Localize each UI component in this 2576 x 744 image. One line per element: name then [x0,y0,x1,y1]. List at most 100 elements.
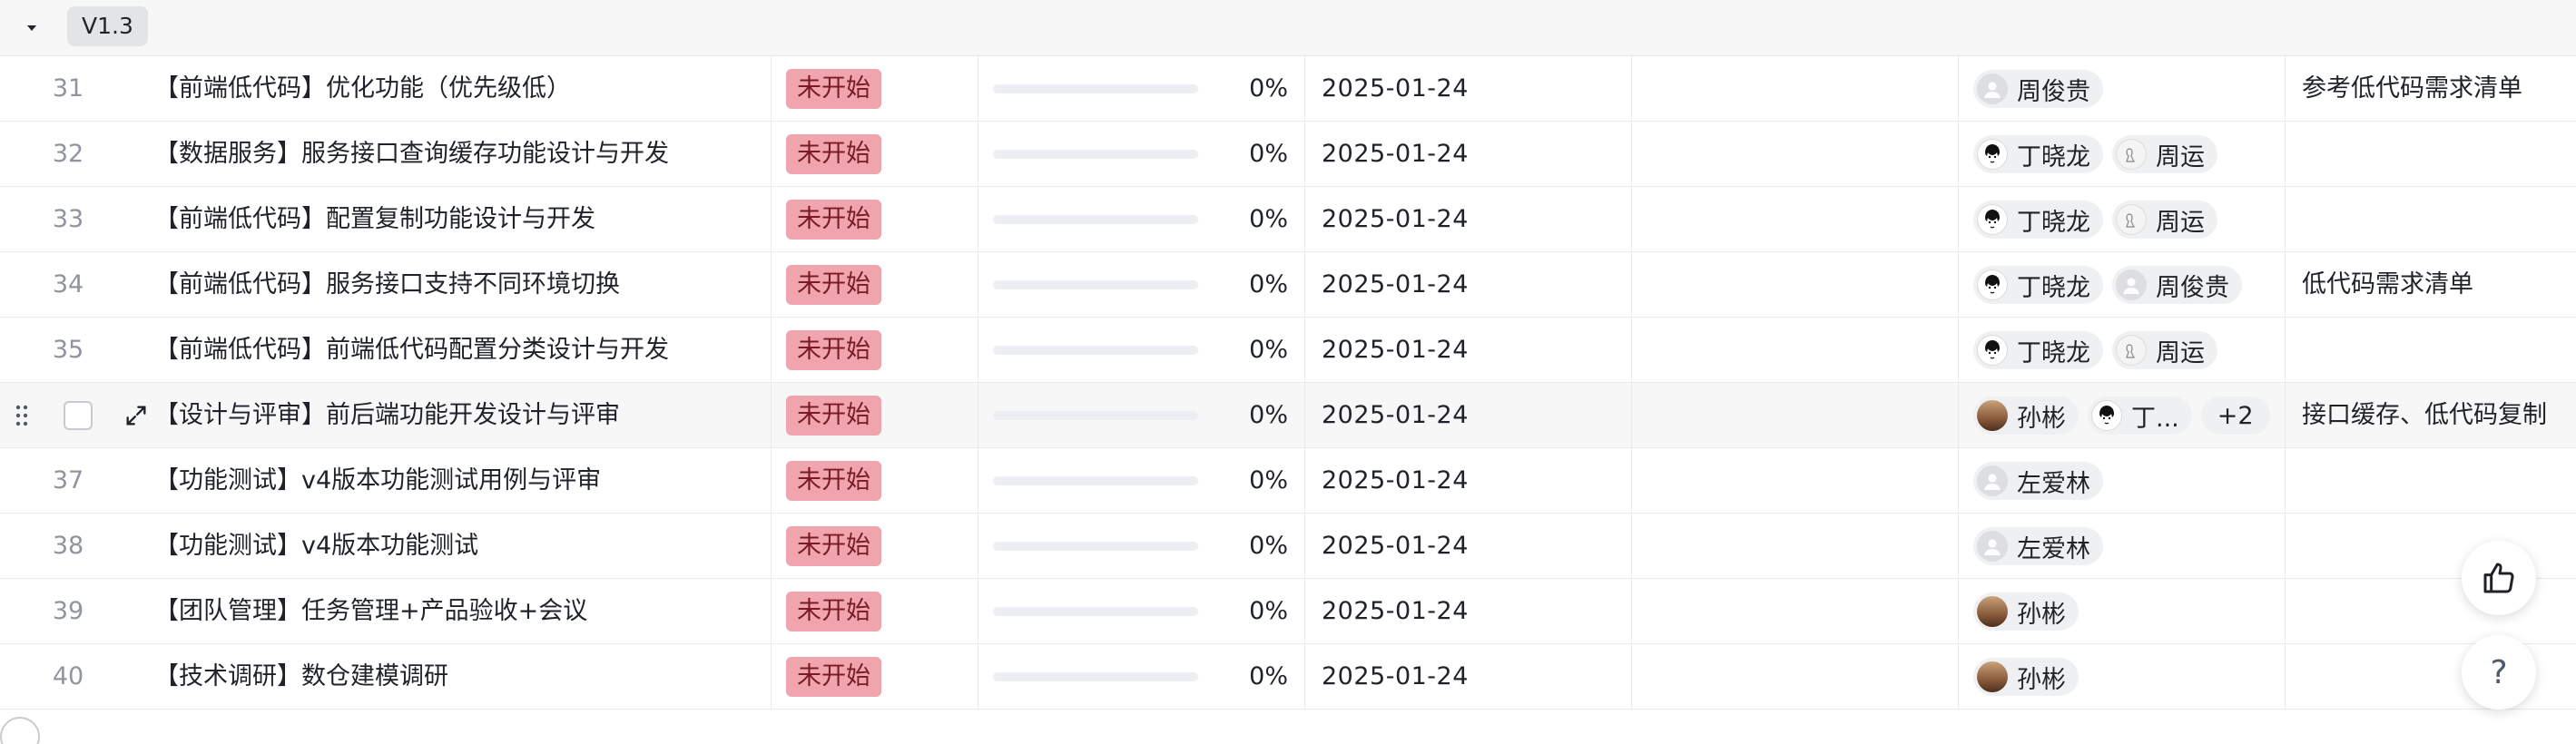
drag-handle-icon[interactable] [11,401,33,430]
owner-cell[interactable]: 丁晓龙 周运 [1959,122,2286,187]
date-cell[interactable]: 2025-01-24 [1305,252,1632,318]
progress-cell[interactable]: 0% [978,644,1305,710]
owner-cell[interactable]: 左爱林 [1959,514,2286,579]
owner-cell[interactable]: 周俊贵 [1959,56,2286,122]
note-cell[interactable]: 接口缓存、低代码复制 [2286,383,2576,448]
owner-cell[interactable]: 丁晓龙 周运 [1959,318,2286,383]
empty-cell[interactable] [1632,448,1959,514]
empty-cell[interactable] [1632,56,1959,122]
owner-cell[interactable]: 孙彬 丁... +2 [1959,383,2286,448]
note-cell[interactable]: 参考低代码需求清单 [2286,56,2576,122]
status-cell[interactable]: 未开始 [772,644,978,710]
status-cell[interactable]: 未开始 [772,318,978,383]
status-cell[interactable]: 未开始 [772,383,978,448]
progress-cell[interactable]: 0% [978,448,1305,514]
user-chip[interactable]: 丁... [2088,396,2192,435]
status-cell[interactable]: 未开始 [772,56,978,122]
empty-cell[interactable] [1632,252,1959,318]
user-chip[interactable]: 周运 [2112,201,2217,239]
empty-cell[interactable] [1632,122,1959,187]
empty-cell[interactable] [1632,383,1959,448]
table-row[interactable]: 【设计与评审】前后端功能开发设计与评审 未开始 0% 2025-01-24 孙彬 丁...… [0,383,2576,448]
expand-record-icon[interactable] [122,401,151,430]
title-cell[interactable]: 38 【功能测试】v4版本功能测试 [0,514,772,579]
owner-cell[interactable]: 丁晓龙 周运 [1959,187,2286,252]
user-chip[interactable]: 周俊贵 [2112,266,2242,304]
help-button[interactable]: ? [2462,635,2536,710]
date-cell[interactable]: 2025-01-24 [1305,644,1632,710]
owner-cell[interactable]: 孙彬 [1959,644,2286,710]
status-cell[interactable]: 未开始 [772,252,978,318]
table-row[interactable]: 40 【技术调研】数仓建模调研 未开始 0% 2025-01-24 孙彬 [0,644,2576,710]
title-cell[interactable]: 35 【前端低代码】前端低代码配置分类设计与开发 [0,318,772,383]
status-cell[interactable]: 未开始 [772,122,978,187]
more-users-chip[interactable]: +2 [2200,396,2270,435]
date-cell[interactable]: 2025-01-24 [1305,122,1632,187]
date-cell[interactable]: 2025-01-24 [1305,56,1632,122]
title-cell[interactable]: 39 【团队管理】任务管理+产品验收+会议 [0,579,772,644]
owner-cell[interactable]: 左爱林 [1959,448,2286,514]
user-chip[interactable]: 左爱林 [1973,527,2103,565]
status-cell[interactable]: 未开始 [772,448,978,514]
empty-cell[interactable] [1632,514,1959,579]
user-chip[interactable]: 丁晓龙 [1973,201,2103,239]
add-record-button[interactable] [0,717,40,744]
user-chip[interactable]: 丁晓龙 [1973,135,2103,173]
progress-cell[interactable]: 0% [978,56,1305,122]
group-collapse-toggle[interactable] [18,15,45,42]
title-cell[interactable]: 40 【技术调研】数仓建模调研 [0,644,772,710]
user-chip[interactable]: 孙彬 [1973,658,2079,696]
table-row[interactable]: 37 【功能测试】v4版本功能测试用例与评审 未开始 0% 2025-01-24 左爱林 [0,448,2576,514]
title-cell[interactable]: 37 【功能测试】v4版本功能测试用例与评审 [0,448,772,514]
title-cell[interactable]: 33 【前端低代码】配置复制功能设计与开发 [0,187,772,252]
status-cell[interactable]: 未开始 [772,514,978,579]
user-chip[interactable]: 周运 [2112,135,2217,173]
progress-cell[interactable]: 0% [978,122,1305,187]
status-cell[interactable]: 未开始 [772,579,978,644]
title-cell[interactable]: 34 【前端低代码】服务接口支持不同环境切换 [0,252,772,318]
note-cell[interactable] [2286,448,2576,514]
progress-cell[interactable]: 0% [978,514,1305,579]
user-chip[interactable]: 周运 [2112,331,2217,369]
row-checkbox[interactable] [64,401,93,430]
title-cell[interactable]: 【设计与评审】前后端功能开发设计与评审 [0,383,772,448]
date-cell[interactable]: 2025-01-24 [1305,448,1632,514]
status-cell[interactable]: 未开始 [772,187,978,252]
user-chip[interactable]: 左爱林 [1973,462,2103,500]
user-chip[interactable]: 周俊贵 [1973,70,2103,108]
note-cell[interactable] [2286,318,2576,383]
date-cell[interactable]: 2025-01-24 [1305,187,1632,252]
date-cell[interactable]: 2025-01-24 [1305,383,1632,448]
progress-cell[interactable]: 0% [978,252,1305,318]
date-cell[interactable]: 2025-01-24 [1305,514,1632,579]
table-row[interactable]: 33 【前端低代码】配置复制功能设计与开发 未开始 0% 2025-01-24 丁晓龙 周运 [0,187,2576,252]
table-row[interactable]: 35 【前端低代码】前端低代码配置分类设计与开发 未开始 0% 2025-01-24 丁晓… [0,318,2576,383]
table-row[interactable]: 34 【前端低代码】服务接口支持不同环境切换 未开始 0% 2025-01-24 丁晓龙 周… [0,252,2576,318]
progress-cell[interactable]: 0% [978,187,1305,252]
table-row[interactable]: 39 【团队管理】任务管理+产品验收+会议 未开始 0% 2025-01-24 孙彬 [0,579,2576,644]
title-cell[interactable]: 32 【数据服务】服务接口查询缓存功能设计与开发 [0,122,772,187]
progress-cell[interactable]: 0% [978,318,1305,383]
owner-cell[interactable]: 孙彬 [1959,579,2286,644]
table-row[interactable]: 32 【数据服务】服务接口查询缓存功能设计与开发 未开始 0% 2025-01-24 丁晓… [0,122,2576,187]
user-chip[interactable]: 丁晓龙 [1973,266,2103,304]
user-chip[interactable]: 孙彬 [1973,396,2079,435]
owner-cell[interactable]: 丁晓龙 周俊贵 [1959,252,2286,318]
like-button[interactable] [2462,541,2536,615]
group-label[interactable]: V1.3 [67,6,148,46]
progress-cell[interactable]: 0% [978,579,1305,644]
note-cell[interactable] [2286,122,2576,187]
empty-cell[interactable] [1632,644,1959,710]
table-row[interactable]: 31 【前端低代码】优化功能（优先级低） 未开始 0% 2025-01-24 周俊贵 参考低… [0,56,2576,122]
empty-cell[interactable] [1632,187,1959,252]
progress-cell[interactable]: 0% [978,383,1305,448]
user-chip[interactable]: 丁晓龙 [1973,331,2103,369]
user-chip[interactable]: 孙彬 [1973,592,2079,631]
empty-cell[interactable] [1632,579,1959,644]
note-cell[interactable]: 低代码需求清单 [2286,252,2576,318]
note-cell[interactable] [2286,187,2576,252]
table-row[interactable]: 38 【功能测试】v4版本功能测试 未开始 0% 2025-01-24 左爱林 [0,514,2576,579]
empty-cell[interactable] [1632,318,1959,383]
title-cell[interactable]: 31 【前端低代码】优化功能（优先级低） [0,56,772,122]
date-cell[interactable]: 2025-01-24 [1305,318,1632,383]
